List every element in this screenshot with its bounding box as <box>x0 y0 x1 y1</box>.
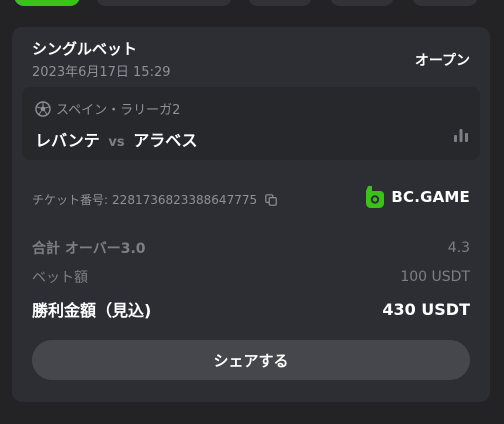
tab-3[interactable] <box>248 0 312 6</box>
bar-chart-icon[interactable] <box>453 128 469 142</box>
match-panel[interactable]: スペイン・ラリーガ2 レバンテ vs アラベス <box>22 87 480 160</box>
match-teams: レバンテ vs アラベス <box>35 127 198 151</box>
potential-win-label: 勝利金額（見込) <box>32 301 152 320</box>
brand: BC.GAME <box>365 185 470 209</box>
away-team: アラベス <box>133 131 198 150</box>
vs-label: vs <box>108 135 125 150</box>
copy-icon[interactable] <box>265 193 277 206</box>
ticket-number: 2281736823388647775 <box>112 192 258 207</box>
home-team: レバンテ <box>35 131 100 150</box>
bet-datetime: 2023年6月17日 15:29 <box>32 65 171 80</box>
stake-value: 100 USDT <box>400 269 470 285</box>
soccer-ball-icon <box>35 100 51 117</box>
league-name: スペイン・ラリーガ2 <box>56 103 181 118</box>
bc-game-logo <box>366 186 385 208</box>
stake-label: ベット額 <box>32 270 88 286</box>
status-badge: オープン <box>414 53 470 69</box>
potential-win-value: 430 USDT <box>382 299 470 319</box>
top-tab-bar <box>0 0 504 8</box>
share-button[interactable]: シェアする <box>32 340 470 380</box>
tab-2[interactable] <box>96 0 232 6</box>
total-odds-row: 合計 オーバー3.0 4.3 <box>32 238 470 258</box>
total-odds-label: 合計 オーバー3.0 <box>32 241 146 257</box>
potential-win-row: 勝利金額（見込) 430 USDT <box>32 297 470 321</box>
bet-card: シングルベット 2023年6月17日 15:29 オープン スペイン・ラリーガ2… <box>12 27 490 402</box>
tab-5[interactable] <box>412 0 478 6</box>
tab-4[interactable] <box>330 0 394 6</box>
ticket-info: チケット番号: 2281736823388647775 <box>32 191 277 208</box>
league-label: スペイン・ラリーガ2 <box>35 99 180 118</box>
tab-active[interactable] <box>14 0 80 6</box>
total-odds-value: 4.3 <box>447 240 470 256</box>
brand-name: BC.GAME <box>391 188 470 206</box>
ticket-label: チケット番号: <box>32 193 109 207</box>
stake-row: ベット額 100 USDT <box>32 267 470 287</box>
bet-type-title: シングルベット <box>32 40 138 58</box>
